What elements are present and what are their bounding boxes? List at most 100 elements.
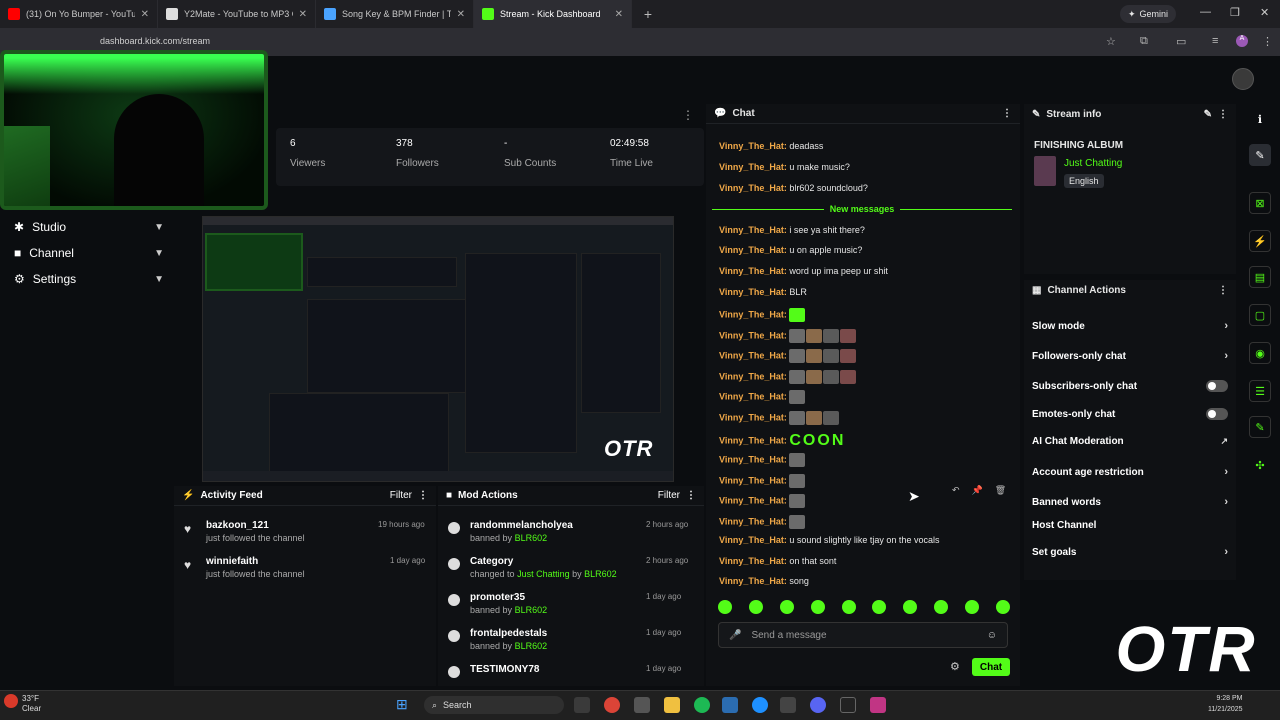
chat-message[interactable]: Vinny_The_Hat: (719, 411, 840, 425)
chat-username[interactable]: Vinny_The_Hat: (719, 435, 787, 445)
nav-item-settings[interactable]: ⚙ Settings ▼ (14, 268, 164, 290)
chrome-icon[interactable] (604, 697, 620, 713)
obs-icon[interactable] (840, 697, 856, 713)
bolt-icon[interactable]: ⚡ (1249, 230, 1271, 252)
instagram-icon[interactable] (870, 697, 886, 713)
emote-icon[interactable] (789, 349, 806, 363)
action-target[interactable]: BLR602 (515, 605, 548, 615)
edit-icon[interactable]: ✎ (1204, 109, 1212, 120)
chat-message[interactable]: Vinny_The_Hat: blr602 soundcloud? (719, 183, 868, 193)
message-icon[interactable]: ▢ (1249, 304, 1271, 326)
app-icon[interactable] (634, 697, 650, 713)
emote-icon[interactable] (789, 308, 806, 322)
chat-username[interactable]: Vinny_The_Hat: (719, 535, 787, 545)
extensions-icon[interactable]: ⧉ (1140, 35, 1148, 48)
quick-emote-icon[interactable] (934, 600, 949, 614)
emote-icon[interactable] (806, 411, 823, 425)
edge-icon[interactable] (752, 697, 768, 713)
folder-icon[interactable] (664, 697, 680, 713)
gemini-button[interactable]: ✦ Gemini (1120, 5, 1177, 23)
discord-icon[interactable] (810, 697, 826, 713)
channel-action-item[interactable]: Banned words › (1032, 496, 1228, 508)
crosshair-icon[interactable]: ⊠ (1249, 192, 1271, 214)
tab-1[interactable]: Y2Mate - YouTube to MP3 Conv ✕ (158, 0, 316, 28)
chat-username[interactable]: Vinny_The_Hat: (719, 516, 787, 526)
action-target[interactable]: BLR602 (515, 533, 548, 543)
channel-action-item[interactable]: Emotes-only chat (1032, 408, 1228, 420)
chat-message[interactable]: Vinny_The_Hat: u on apple music? (719, 245, 862, 255)
capcut-icon[interactable] (780, 697, 796, 713)
channel-action-item[interactable]: AI Chat Moderation ↗ (1032, 436, 1228, 447)
maximize-icon[interactable]: ❐ (1230, 6, 1240, 19)
emote-icon[interactable] (789, 411, 806, 425)
channel-action-item[interactable]: Followers-only chat › (1032, 350, 1228, 362)
chat-input[interactable]: 🎤 Send a message ☺ (718, 622, 1008, 648)
emote-icon[interactable] (789, 370, 806, 384)
channel-action-item[interactable]: Host Channel (1032, 520, 1228, 531)
stream-category[interactable]: Just Chatting (1064, 158, 1122, 169)
store-icon[interactable] (722, 697, 738, 713)
chat-message[interactable]: Vinny_The_Hat: word up ima peep ur shit (719, 266, 888, 276)
channel-action-item[interactable]: Subscribers-only chat (1032, 380, 1228, 392)
task-view-icon[interactable] (574, 697, 590, 713)
chat-username[interactable]: Vinny_The_Hat: (719, 266, 787, 276)
emote-icon[interactable] (823, 349, 840, 363)
quick-emote-icon[interactable] (779, 600, 794, 614)
chat-username[interactable]: Vinny_The_Hat: (719, 371, 787, 381)
emote-icon[interactable] (840, 370, 857, 384)
more-icon[interactable]: ⋮ (1218, 285, 1228, 296)
action-target[interactable]: Just Chatting (517, 569, 570, 579)
quick-emote-icon[interactable] (748, 600, 763, 614)
stats-menu-icon[interactable]: ⋮ (682, 108, 694, 122)
chat-message[interactable]: Vinny_The_Hat: BLR (719, 287, 807, 297)
sidebar-icon[interactable]: ▭ (1176, 35, 1186, 48)
trash-icon[interactable]: 🗑 (995, 485, 1006, 496)
toggle-switch[interactable] (1206, 408, 1228, 420)
pin-icon[interactable]: 📌 (972, 485, 983, 496)
url-text[interactable]: dashboard.kick.com/stream (100, 36, 210, 46)
channel-action-item[interactable]: Set goals › (1032, 546, 1228, 558)
mic-icon[interactable]: 🎤 (729, 630, 741, 641)
channel-action-item[interactable]: Account age restriction › (1032, 466, 1228, 478)
chat-message[interactable]: Vinny_The_Hat: (719, 308, 806, 322)
chat-message[interactable]: Vinny_The_Hat: (719, 453, 806, 467)
chat-username[interactable]: Vinny_The_Hat: (719, 475, 787, 485)
nav-item-channel[interactable]: ■ Channel ▼ (14, 242, 164, 264)
profile-icon[interactable]: A (1236, 35, 1248, 47)
new-tab-button[interactable]: + (638, 6, 658, 22)
toggle-switch[interactable] (1206, 380, 1228, 392)
close-window-icon[interactable]: ✕ (1260, 6, 1269, 19)
emote-icon[interactable] (840, 349, 857, 363)
list-icon[interactable]: ☰ (1249, 380, 1271, 402)
broadcast-icon[interactable]: ◉ (1249, 342, 1271, 364)
emote-icon[interactable] (806, 370, 823, 384)
chat-username[interactable]: Vinny_The_Hat: (719, 556, 787, 566)
action-target[interactable]: BLR602 (515, 641, 548, 651)
emote-icon[interactable] (823, 411, 840, 425)
quick-emote-icon[interactable] (965, 600, 979, 614)
star-icon[interactable]: ☆ (1106, 35, 1116, 48)
emote-icon[interactable] (789, 474, 806, 488)
chat-message[interactable]: Vinny_The_Hat: deadass (719, 141, 823, 151)
tab-3[interactable]: Stream - Kick Dashboard ✕ (474, 0, 632, 28)
quick-emote-icon[interactable] (810, 600, 825, 614)
chat-username[interactable]: Vinny_The_Hat: (719, 576, 787, 586)
chat-username[interactable]: Vinny_The_Hat: (719, 309, 787, 319)
emote-icon[interactable] (823, 370, 840, 384)
chat-username[interactable]: Vinny_The_Hat: (719, 183, 787, 193)
chat-message[interactable]: Vinny_The_Hat: song (719, 576, 809, 586)
chat-username[interactable]: Vinny_The_Hat: (719, 225, 787, 235)
quick-emote-icon[interactable] (718, 600, 732, 614)
emoji-icon[interactable]: ☺ (987, 630, 997, 641)
chat-username[interactable]: Vinny_The_Hat: (719, 391, 787, 401)
chat-settings-icon[interactable]: ⚙ (950, 660, 960, 673)
emote-icon[interactable] (789, 329, 806, 343)
emote-icon[interactable] (789, 515, 806, 529)
quick-emote-icon[interactable] (995, 600, 1010, 614)
chat-message[interactable]: Vinny_The_Hat: (719, 329, 857, 343)
nav-item-studio[interactable]: ✱ Studio ▼ (14, 216, 164, 238)
chat-username[interactable]: Vinny_The_Hat: (719, 495, 787, 505)
chat-message[interactable]: Vinny_The_Hat: (719, 515, 806, 529)
more-icon[interactable]: ⋮ (1002, 108, 1012, 119)
chat-message[interactable]: Vinny_The_Hat: u make music? (719, 162, 850, 172)
